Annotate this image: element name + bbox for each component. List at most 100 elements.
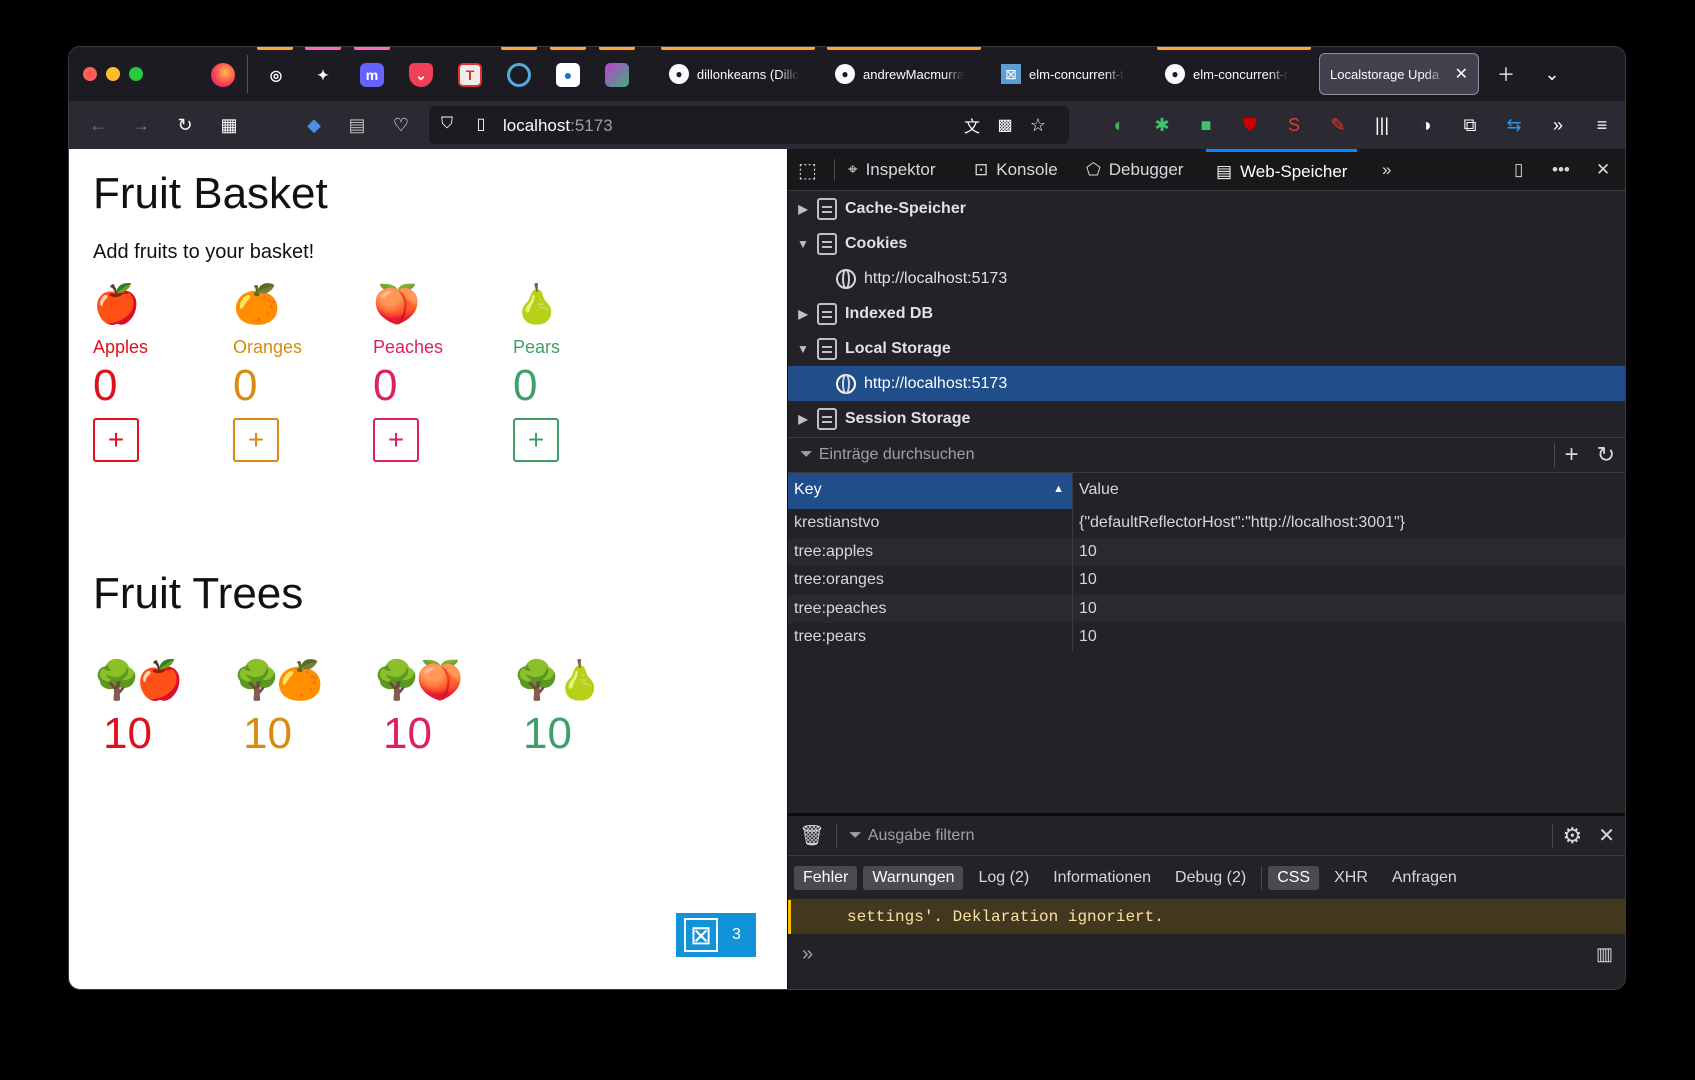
sort-ascending-icon: ▲ [1053,483,1064,495]
refresh-icon[interactable]: ↻ [1597,442,1615,468]
tab-elm-concurrent[interactable]: ⊠ elm-concurrent-t [991,53,1141,95]
tab-konsole[interactable]: ⊡ Konsole [974,149,1058,191]
settings-gear-icon[interactable]: ⚙ [1563,823,1583,849]
close-tab-icon[interactable]: ✕ [1455,64,1468,84]
extension-s-icon[interactable]: S [1281,112,1307,138]
gradient-app-icon[interactable] [605,63,629,87]
tree-item-cookies[interactable]: ▼ Cookies [788,226,1625,261]
mastodon-icon[interactable]: m [360,63,384,87]
extension-runner-icon[interactable]: ✱ [1149,112,1175,138]
filter-log-button[interactable]: Log (2) [969,866,1038,890]
tree-peaches: 🌳🍑 10 [373,661,493,759]
app-menu-icon[interactable]: ≡ [1589,112,1615,138]
pocket-save-icon[interactable]: ♡ [388,112,414,138]
filter-errors-button[interactable]: Fehler [794,865,858,890]
url-bar[interactable]: ⛉ ▯ localhost:5173 文 ▩ ☆ [429,106,1069,144]
add-orange-button[interactable]: + [233,418,279,462]
bookmark-star-icon[interactable]: ☆ [1027,114,1049,136]
extension-green-icon[interactable]: ◐ [1106,112,1132,138]
table-row[interactable]: tree:peaches 10 [788,594,1625,623]
devtools-toolbar: ⬚ ⌖ Inspektor ⊡ Konsole ⬠ Debugger ▤ Web-Spe… [788,149,1625,191]
qr-code-icon[interactable]: ▩ [994,114,1016,136]
close-window-button[interactable] [83,67,97,81]
trash-icon[interactable]: 🗑 [788,823,836,848]
extensions-puzzle-icon[interactable]: ⧉ [1457,112,1483,138]
table-row[interactable]: tree:pears 10 [788,623,1625,652]
extension-sheet-icon[interactable]: ■ [1193,112,1219,138]
console-input[interactable]: » ▥ [788,934,1625,974]
shield-icon[interactable]: ⛉ [437,114,457,134]
tree-item-indexeddb[interactable]: ▶ Indexed DB [788,296,1625,331]
close-devtools-icon[interactable]: ✕ [1596,149,1610,191]
inspector-icon: ⌖ [848,160,858,179]
bookmark-extension-icon[interactable]: ◆ [301,112,327,138]
globe-icon[interactable]: ◎ [264,63,288,87]
element-picker-icon[interactable]: ⬚ [798,149,817,191]
tree-item-cookies-localhost[interactable]: http://localhost:5173 [788,261,1625,296]
forward-button[interactable]: → [128,112,154,138]
more-tools-chevron-icon[interactable]: » [1382,149,1391,191]
tab-inspektor[interactable]: ⌖ Inspektor [848,149,936,191]
value-column-header[interactable]: Value [1073,473,1625,509]
extension-translate-icon[interactable]: ⇆ [1501,112,1527,138]
page-info-icon[interactable]: ▯ [471,114,491,134]
tab-debugger[interactable]: ⬠ Debugger [1086,149,1183,191]
filter-xhr-button[interactable]: XHR [1325,866,1377,890]
zoom-window-button[interactable] [129,67,143,81]
tab-andrewmacmurray[interactable]: ● andrewMacmurra [825,53,975,95]
reload-button[interactable]: ↻ [172,112,198,138]
ublock-icon[interactable]: ⛊ [1237,112,1263,138]
peach-icon: 🍑 [373,284,421,326]
tree-item-localstorage-localhost[interactable]: http://localhost:5173 [788,366,1625,401]
basket-title: Fruit Basket [93,169,328,218]
extension-bars-icon[interactable]: ||| [1369,112,1395,138]
table-row[interactable]: tree:oranges 10 [788,566,1625,595]
reader-view-icon[interactable]: ▤ [344,112,370,138]
dock-side-icon[interactable]: ▯ [1514,149,1523,191]
editor-mode-icon[interactable]: ▥ [1596,944,1613,965]
console-filter-input[interactable]: Ausgabe filtern [868,827,1552,845]
filter-debug-button[interactable]: Debug (2) [1166,866,1255,890]
filter-requests-button[interactable]: Anfragen [1383,866,1466,890]
table-row[interactable]: krestianstvo {"defaultReflectorHost":"htt… [788,509,1625,538]
extension-pen-icon[interactable]: ✎ [1325,112,1351,138]
filter-info-button[interactable]: Informationen [1044,866,1160,890]
tab-dillonkearns[interactable]: ● dillonkearns (Dillo [659,53,809,95]
tab-elm-concurrent-github[interactable]: ● elm-concurrent-t [1155,53,1305,95]
square-app-icon[interactable]: ● [556,63,580,87]
add-peach-button[interactable]: + [373,418,419,462]
tree-item-cache[interactable]: ▶ Cache-Speicher [788,191,1625,226]
minimize-window-button[interactable] [106,67,120,81]
extension-moon-icon[interactable]: ◑ [1413,112,1439,138]
translate-icon[interactable]: 文 [961,114,983,136]
add-item-icon[interactable]: + [1565,441,1579,469]
tab-list-chevron-icon[interactable]: ⌄ [1539,61,1565,87]
url-text[interactable]: localhost:5173 [503,116,613,136]
tree-item-local-storage[interactable]: ▼ Local Storage [788,331,1625,366]
filter-warnings-button[interactable]: Warnungen [863,865,964,890]
tab-web-speicher[interactable]: ▤ Web-Speicher [1206,149,1358,191]
storage-search-input[interactable]: Einträge durchsuchen [819,446,1554,464]
new-tab-button[interactable]: ＋ [1493,61,1519,87]
tree-item-session-storage[interactable]: ▶ Session Storage [788,401,1625,436]
devtools-menu-icon[interactable]: ••• [1552,149,1570,191]
table-row[interactable]: tree:apples 10 [788,537,1625,566]
back-button[interactable]: ← [85,112,111,138]
add-pear-button[interactable]: + [513,418,559,462]
close-console-icon[interactable]: ✕ [1598,823,1615,848]
firefox-view-icon[interactable] [211,63,235,87]
pinned-tab-icon[interactable]: ✦ [311,63,335,87]
add-apple-button[interactable]: + [93,418,139,462]
table-header: Key ▲ Value [788,473,1625,509]
elm-debugger-badge[interactable]: ⊠ 3 [676,913,756,957]
filter-css-button[interactable]: CSS [1268,865,1320,890]
extensions-grid-icon[interactable]: ▦ [216,112,242,138]
tab-localstorage[interactable]: Localstorage Upda ✕ [1319,53,1479,95]
text-app-icon[interactable]: T [458,63,482,87]
apple-tree-icon: 🌳🍎 [93,660,184,702]
key-column-header[interactable]: Key ▲ [788,473,1073,509]
overflow-chevron-icon[interactable]: » [1545,112,1571,138]
filter-icon: ⏷ [849,826,862,844]
pocket-icon[interactable]: ⌄ [409,63,433,87]
spiral-icon[interactable] [507,63,531,87]
